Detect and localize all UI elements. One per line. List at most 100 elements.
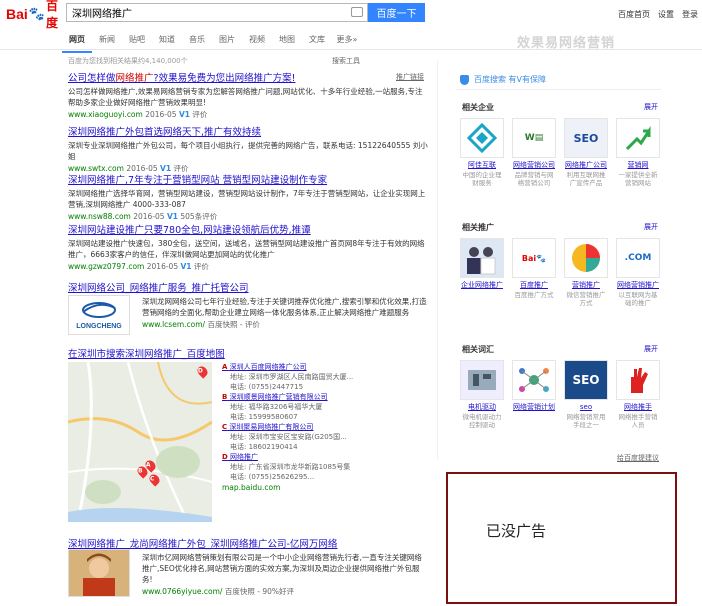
- result-url[interactable]: www.0766yiyue.com/ 百度快照 - 90%好评: [142, 586, 428, 597]
- search-tabs: 网页 新闻 贴吧 知道 音乐 图片 视频 地图 文库 更多»: [62, 34, 362, 53]
- result-desc: 深圳网络推广选择华育网，营销型网站建设，营销型网站设计制作，7年专注于营销型网站…: [68, 189, 426, 209]
- expand-link[interactable]: 展开: [644, 102, 658, 112]
- tab-item[interactable]: 贴吧: [122, 34, 152, 53]
- top-links: 百度首页 设置 登录: [618, 9, 698, 20]
- result-title[interactable]: 公司怎样做网络推广?效果易免费为您出网络推广方案!: [68, 73, 295, 84]
- map-title[interactable]: 在深圳市搜索深圳网络推广_百度地图: [68, 349, 225, 360]
- result-stats: 百度为您找到相关结果约4,140,000个: [68, 57, 188, 65]
- rc-item[interactable]: SEO seo 网络营销常用手段之一: [564, 360, 608, 429]
- expand-link[interactable]: 展开: [644, 344, 658, 354]
- pie-icon: [564, 238, 608, 278]
- top-link-login[interactable]: 登录: [682, 9, 698, 20]
- watermark: 效果易网络营销: [517, 36, 616, 51]
- camera-icon[interactable]: [351, 7, 363, 17]
- tab-item[interactable]: 知道: [152, 34, 182, 53]
- tab-item[interactable]: 地图: [272, 34, 302, 53]
- rc-item[interactable]: 网络推手 网络推手营销人员: [616, 360, 660, 429]
- rc-item[interactable]: .COM 网络营销推广 以互联网为基础的推广: [616, 238, 660, 307]
- tab-item[interactable]: 音乐: [182, 34, 212, 53]
- map-card: 在深圳市搜索深圳网络推广_百度地图 A B C D A 深圳人百度网络推广公司 …: [68, 346, 428, 536]
- rc-item[interactable]: W▤ 网络营销公司 品牌营销与网络营销公司: [512, 118, 556, 187]
- rc-item[interactable]: 阿佳互联 中国的企业理财服务: [460, 118, 504, 187]
- baidu-promo-icon: Bai🐾: [512, 238, 556, 278]
- no-ads-box: 已没广告: [446, 472, 677, 604]
- poi-list: A 深圳人百度网络推广公司 地址: 深圳市罗湖区人民南路国贸大厦... 电话: …: [222, 362, 432, 493]
- person-thumbnail[interactable]: [68, 549, 130, 597]
- result-url[interactable]: www.lcsem.com/ 百度快照 - 评价: [142, 319, 428, 330]
- shield-icon: [460, 75, 469, 85]
- poi-name[interactable]: C 深圳聚易网络推广有限公司: [222, 423, 313, 431]
- search-input[interactable]: [67, 4, 337, 21]
- poi-name[interactable]: A 深圳人百度网络推广公司: [222, 363, 307, 371]
- people-photo-icon: [460, 238, 504, 278]
- feedback-link[interactable]: 给百度提建议: [617, 453, 659, 463]
- rc-item[interactable]: 企业网络推广: [460, 238, 504, 307]
- result-url[interactable]: www.gzwz0797.com 2016-05 V1 评价: [68, 261, 428, 272]
- result-item: 深圳网络推广,7年专注于营销型网站 营销型网站建设制作专家 深圳网络推广选择华育…: [68, 172, 428, 222]
- safe-search-bar[interactable]: 百度搜索 有V有保障: [456, 70, 661, 90]
- rc-item[interactable]: SEO 网络推广公司 利用互联网推广宣传产品: [564, 118, 608, 187]
- company-logo-icon: W▤: [512, 118, 556, 158]
- top-link-home[interactable]: 百度首页: [618, 9, 650, 20]
- result-title[interactable]: 深圳网络公司_网络推广服务_推广托管公司: [68, 283, 249, 294]
- no-ads-text: 已没广告: [486, 522, 547, 540]
- poi-item: D 网络推广 地址: 广东省深圳市龙华新路1085号集 电话: (0755)25…: [222, 453, 351, 481]
- rc-item[interactable]: 电机驱动 微电机驱动力控制驱动: [460, 360, 504, 429]
- result-title[interactable]: 深圳网络推广,7年专注于营销型网站 营销型网站建设制作专家: [68, 175, 327, 186]
- result-item: 深圳网络推广_龙尚网络推广外包_深圳网络推广公司-亿网万网络 深圳市亿网网络营销…: [68, 536, 428, 606]
- rc-item[interactable]: 网络营销计划: [512, 360, 556, 429]
- com-icon: .COM: [616, 238, 660, 278]
- poi-item: A 深圳人百度网络推广公司 地址: 深圳市罗湖区人民南路国贸大厦... 电话: …: [222, 363, 354, 391]
- section-head: 相关词汇: [462, 345, 494, 354]
- poi-name[interactable]: D 网络推广: [222, 453, 258, 461]
- poi-item: C 深圳聚易网络推广有限公司 地址: 深圳市宝安区宝安路(G205国... 电话…: [222, 423, 347, 451]
- tab-item[interactable]: 新闻: [92, 34, 122, 53]
- rc-item[interactable]: Bai🐾 百度推广 百度推广方式: [512, 238, 556, 307]
- company-logo-icon: [460, 118, 504, 158]
- tab-item[interactable]: 图片: [212, 34, 242, 53]
- result-url[interactable]: www.xiaoguoyi.com 2016-05 V1 评价: [68, 109, 428, 120]
- result-item: 深圳网络公司_网络推广服务_推广托管公司 LONGCHENG 深圳龙网网络公司七…: [68, 280, 428, 342]
- ad-tag[interactable]: 推广链接: [396, 72, 424, 82]
- logo-cn: 百度: [45, 0, 58, 30]
- map-url[interactable]: map.baidu.com: [222, 483, 432, 493]
- related-companies: 阿佳互联 中国的企业理财服务 W▤ 网络营销公司 品牌营销与网络营销公司 SEO…: [460, 118, 660, 187]
- result-item: 公司怎样做网络推广?效果易免费为您出网络推广方案! 推广链接 公司怎样做网络推广…: [68, 70, 428, 120]
- result-desc: 深圳龙网网络公司七年行业经验,专注于关键词推荐优化推广,搜索引擎和优化效果,打造…: [142, 297, 427, 317]
- related-terms: 电机驱动 微电机驱动力控制驱动 网络营销计划 SEO seo 网络营销常用手段之…: [460, 360, 660, 429]
- baidu-logo[interactable]: Bai 🐾 百度: [6, 0, 64, 30]
- v-badge: V1: [178, 110, 190, 119]
- search-button[interactable]: 百度一下: [368, 3, 425, 22]
- longcheng-logo[interactable]: LONGCHENG: [68, 295, 130, 335]
- section-head: 相关企业: [462, 103, 494, 112]
- paw-icon: 🐾: [28, 6, 45, 21]
- search-tools-button[interactable]: 搜索工具: [332, 56, 360, 66]
- tab-item[interactable]: 文库: [302, 34, 332, 53]
- tab-item[interactable]: 网页: [62, 34, 92, 53]
- result-url[interactable]: www.nsw88.com 2016-05 V1 505条评价: [68, 211, 428, 222]
- rc-item[interactable]: 营销网 一家提供全新营销网站: [616, 118, 660, 187]
- related-promotions: 企业网络推广 Bai🐾 百度推广 百度推广方式 营销推广 微信营销推广方式 .C…: [460, 238, 660, 307]
- network-diagram-icon: [512, 360, 556, 400]
- arrow-logo-icon: [616, 118, 660, 158]
- rc-item[interactable]: 营销推广 微信营销推广方式: [564, 238, 608, 307]
- expand-link[interactable]: 展开: [644, 222, 658, 232]
- section-head: 相关推广: [462, 223, 494, 232]
- result-title[interactable]: 深圳网络推广外包首选网络天下,推广有效持续: [68, 127, 261, 138]
- top-link-settings[interactable]: 设置: [658, 9, 674, 20]
- tab-item[interactable]: 更多»: [332, 34, 362, 53]
- seo-logo-icon: SEO: [564, 118, 608, 158]
- poi-name[interactable]: B 深圳顺景网络推广营销有限公司: [222, 393, 328, 401]
- tab-item[interactable]: 视频: [242, 34, 272, 53]
- result-title[interactable]: 深圳网站建设推广只要780全包,网站建设领航后优势,推谭: [68, 225, 311, 236]
- result-desc: 深圳市亿网网络营销策划有限公司是一个中小企业网络营销先行者,一直专注关键网络推广…: [142, 553, 422, 584]
- result-desc: 公司怎样做网络推广,效果易网络营销专家为您解答网络推广问题,网站优化、十多年行业…: [68, 87, 423, 107]
- logo-text: Bai: [6, 6, 28, 22]
- svg-text:LONGCHENG: LONGCHENG: [76, 323, 122, 330]
- map-view[interactable]: A B C D: [68, 362, 212, 522]
- poi-item: B 深圳顺景网络推广营销有限公司 地址: 福华路3206号福华大厦 电话: 15…: [222, 393, 328, 421]
- column-divider: [437, 60, 438, 460]
- result-item: 深圳网络推广外包首选网络天下,推广有效持续 深圳专业深圳网络推广外包公司，每个项…: [68, 124, 428, 174]
- hand-icon: [616, 360, 660, 400]
- seo-term-icon: SEO: [564, 360, 608, 400]
